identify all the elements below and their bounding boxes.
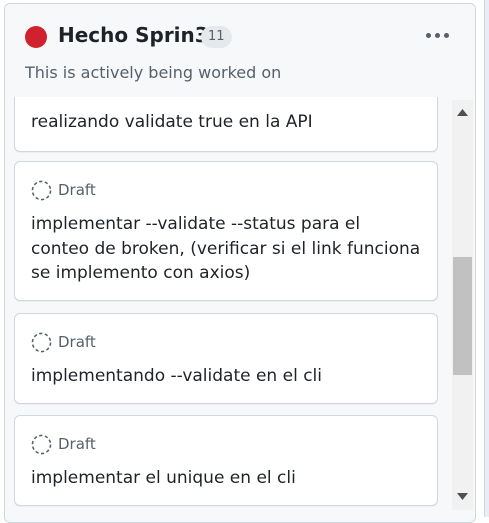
- draft-label: Draft: [58, 333, 96, 351]
- scrollbar-thumb[interactable]: [453, 257, 472, 375]
- draft-indicator: Draft: [31, 433, 96, 455]
- adjacent-column-edge: [484, 0, 489, 517]
- card-item[interactable]: realizando validate true en la API: [14, 97, 438, 152]
- kebab-horizontal-icon: [443, 32, 449, 38]
- draft-indicator: Draft: [31, 179, 96, 201]
- triangle-down-icon: [457, 492, 468, 500]
- column-menu-button[interactable]: [419, 22, 455, 48]
- item-count-badge: 11: [201, 26, 232, 48]
- board-column: Hecho Sprin3 11 This is actively being w…: [4, 3, 476, 523]
- card-item[interactable]: Draft implementando --validate en el cli: [14, 313, 438, 404]
- card-item[interactable]: Draft implementar el unique en el cli: [14, 415, 438, 506]
- draft-label: Draft: [58, 181, 96, 199]
- card-title: implementar --validate --status para el …: [31, 214, 421, 283]
- column-header: Hecho Sprin3 11 This is actively being w…: [5, 4, 475, 97]
- draft-indicator: Draft: [31, 331, 96, 353]
- kebab-horizontal-icon: [434, 32, 440, 38]
- status-color-dot: [25, 26, 47, 48]
- card-list: realizando validate true en la API Draft…: [5, 97, 475, 522]
- scroll-up-button[interactable]: [452, 102, 473, 122]
- draft-issue-icon: [31, 332, 52, 352]
- kebab-horizontal-icon: [425, 32, 431, 38]
- column-description: This is actively being worked on: [25, 63, 282, 82]
- draft-issue-icon: [31, 180, 52, 200]
- card-title: implementar el unique en el cli: [31, 468, 296, 488]
- vertical-scrollbar[interactable]: [452, 100, 473, 510]
- card-title: realizando validate true en la API: [31, 112, 313, 132]
- column-title: Hecho Sprin3: [58, 23, 209, 47]
- card-title: implementando --validate en el cli: [31, 366, 322, 386]
- triangle-up-icon: [457, 108, 468, 116]
- card-item[interactable]: Draft implementar --validate --status pa…: [14, 161, 438, 301]
- draft-issue-icon: [31, 434, 52, 454]
- draft-label: Draft: [58, 435, 96, 453]
- scroll-down-button[interactable]: [452, 486, 473, 506]
